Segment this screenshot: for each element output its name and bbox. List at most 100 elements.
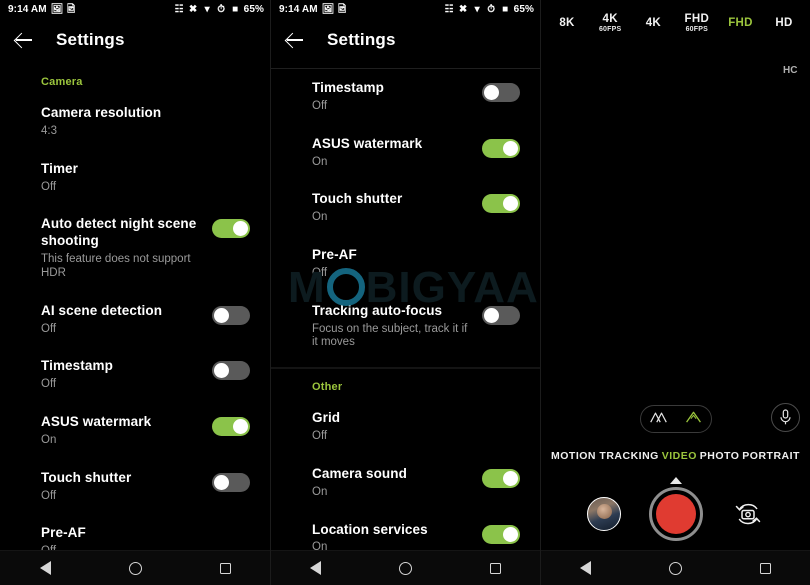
resolution-option-hd[interactable]: HD (772, 17, 796, 29)
status-bar-clock: 9:14 AM (279, 3, 318, 15)
setting-row-asus-watermark[interactable]: ASUS watermark On (0, 403, 270, 459)
microphone-icon[interactable] (771, 403, 800, 432)
resolution-option-8k[interactable]: 8K (555, 17, 579, 29)
row-text: Touch shutter On (312, 191, 482, 225)
mode-tab-photo[interactable]: PHOTO (700, 450, 740, 462)
status-bar-left: 9:14 AM 🖼 🖻 (279, 4, 348, 15)
mode-tab-video[interactable]: VIDEO (662, 450, 697, 462)
viewfinder-preview[interactable] (541, 18, 810, 415)
resolution-option-fhd-60fps[interactable]: FHD 60FPS (685, 13, 710, 33)
setting-row-camera-sound[interactable]: Camera sound On (271, 455, 540, 511)
row-title: Camera sound (312, 465, 407, 481)
setting-row-pre-af[interactable]: Pre-AF Off (271, 236, 540, 292)
camera-viewfinder-panel: 8K 4K 60FPS 4K FHD 60FPS FHD HD HC MOTIO… (540, 0, 810, 585)
back-triangle-icon (39, 561, 51, 575)
page-title: Settings (56, 30, 125, 49)
row-subtitle: On (312, 211, 328, 224)
status-bar-left: 9:14 AM 🖼 🖻 (8, 4, 77, 15)
toggle-asus-watermark[interactable] (212, 417, 250, 437)
nav-home-button[interactable] (382, 551, 428, 585)
toggle-timestamp[interactable] (212, 361, 250, 381)
setting-row-timestamp[interactable]: Timestamp Off (0, 347, 270, 403)
setting-row-tracking-auto-focus[interactable]: Tracking auto-focus Focus on the subject… (271, 292, 540, 361)
nav-back-button[interactable] (22, 551, 68, 585)
row-subtitle: This feature does not support HDR (41, 253, 191, 279)
expand-caret-icon[interactable] (669, 477, 682, 484)
toggle-touch-shutter[interactable] (212, 472, 250, 492)
settings-list-left[interactable]: Camera Camera resolution 4:3 Timer Off A… (0, 62, 270, 550)
setting-row-touch-shutter[interactable]: Touch shutter On (271, 180, 540, 236)
flip-camera-icon[interactable] (731, 497, 765, 531)
settings-panel-middle: 9:14 AM 🖼 🖻 ☷ ✖ ▾ ⏱ ■ 65% Settings Times… (270, 0, 540, 585)
silent-icon: ✖ (188, 3, 198, 15)
row-subtitle: Off (41, 378, 57, 391)
setting-row-ai-scene-detection[interactable]: AI scene detection Off (0, 292, 270, 348)
toggle-timestamp[interactable] (482, 83, 520, 102)
resolution-option-4k-60fps[interactable]: 4K 60FPS (598, 13, 622, 33)
alarm-off-icon: ⏱ (487, 3, 496, 15)
nav-back-button[interactable] (563, 551, 609, 585)
settings-list-middle[interactable]: Timestamp Off ASUS watermark On Touch sh… (271, 62, 540, 550)
section-header-other: Other (312, 381, 343, 394)
nav-recents-button[interactable] (742, 551, 788, 585)
lens-toggle-pill[interactable] (639, 405, 712, 433)
row-subtitle: On (312, 155, 328, 168)
resolution-option-fhd[interactable]: FHD (728, 17, 753, 29)
row-subtitle: 4:3 (41, 124, 57, 137)
back-arrow-icon[interactable] (14, 30, 34, 50)
toggle-tracking-auto-focus[interactable] (482, 305, 520, 325)
setting-row-asus-watermark[interactable]: ASUS watermark On (271, 125, 540, 181)
app-bar-left: Settings (0, 18, 270, 62)
mode-tab-portrait[interactable]: PORTRAIT (742, 450, 800, 462)
resolution-option-4k[interactable]: 4K (641, 17, 665, 29)
setting-row-pre-af[interactable]: Pre-AF Off (0, 514, 270, 550)
wifi-icon: ▾ (204, 3, 210, 15)
gallery-thumbnail[interactable] (586, 497, 621, 531)
row-title: Timestamp (41, 358, 113, 374)
row-text: ASUS watermark On (312, 136, 482, 170)
record-button[interactable] (648, 477, 703, 541)
toggle-asus-watermark[interactable] (482, 138, 520, 158)
nav-recents-button[interactable] (202, 551, 248, 585)
vibrate-icon: ☷ (174, 3, 184, 15)
resolution-label: FHD (728, 16, 753, 29)
row-subtitle: Off (312, 430, 328, 443)
standard-mountain-icon[interactable] (684, 409, 703, 430)
record-button-inner (655, 494, 696, 534)
setting-row-camera-resolution[interactable]: Camera resolution 4:3 (0, 94, 270, 150)
toggle-touch-shutter[interactable] (482, 194, 520, 214)
nav-home-button[interactable] (112, 551, 158, 585)
setting-row-timestamp[interactable]: Timestamp Off (271, 69, 540, 125)
toggle-auto-detect-night-scene[interactable] (212, 219, 250, 239)
hdr-icon[interactable]: HC (782, 60, 802, 78)
wide-angle-mountains-icon[interactable] (649, 409, 668, 430)
battery-percent: 65% (513, 3, 534, 15)
nav-back-button[interactable] (293, 551, 339, 585)
system-nav-bar (541, 550, 810, 585)
resolution-label: 8K (559, 16, 575, 29)
back-arrow-icon[interactable] (285, 30, 305, 50)
mode-tab-motion-tracking[interactable]: MOTION TRACKING (551, 450, 659, 462)
row-text: Timestamp Off (41, 358, 212, 392)
setting-row-location-services[interactable]: Location services On (271, 511, 540, 550)
row-title: Timestamp (312, 80, 384, 95)
settings-panel-left: 9:14 AM 🖼 🖻 ☷ ✖ ▾ ⏱ ■ 65% Settings Camer… (0, 0, 270, 585)
toggle-ai-scene-detection[interactable] (212, 305, 250, 325)
row-title: AI scene detection (41, 302, 163, 318)
row-text: Grid Off (312, 410, 520, 444)
setting-row-auto-detect-night-scene[interactable]: Auto detect night scene shooting This fe… (0, 205, 270, 291)
row-text: Camera resolution 4:3 (41, 105, 250, 139)
setting-row-touch-shutter[interactable]: Touch shutter Off (0, 459, 270, 515)
system-nav-bar (271, 550, 540, 585)
nav-home-button[interactable] (652, 551, 698, 585)
screenshot-icon: 🖼 (321, 3, 335, 15)
setting-row-timer[interactable]: Timer Off (0, 150, 270, 206)
row-text: Pre-AF Off (41, 525, 250, 550)
toggle-camera-sound[interactable] (482, 468, 520, 488)
silent-icon: ✖ (458, 3, 468, 15)
nav-recents-button[interactable] (472, 551, 518, 585)
video-resolution-bar: 8K 4K 60FPS 4K FHD 60FPS FHD HD (541, 0, 810, 46)
row-text: Timestamp Off (312, 80, 482, 114)
setting-row-grid[interactable]: Grid Off (271, 399, 540, 455)
toggle-location-services[interactable] (482, 524, 520, 544)
